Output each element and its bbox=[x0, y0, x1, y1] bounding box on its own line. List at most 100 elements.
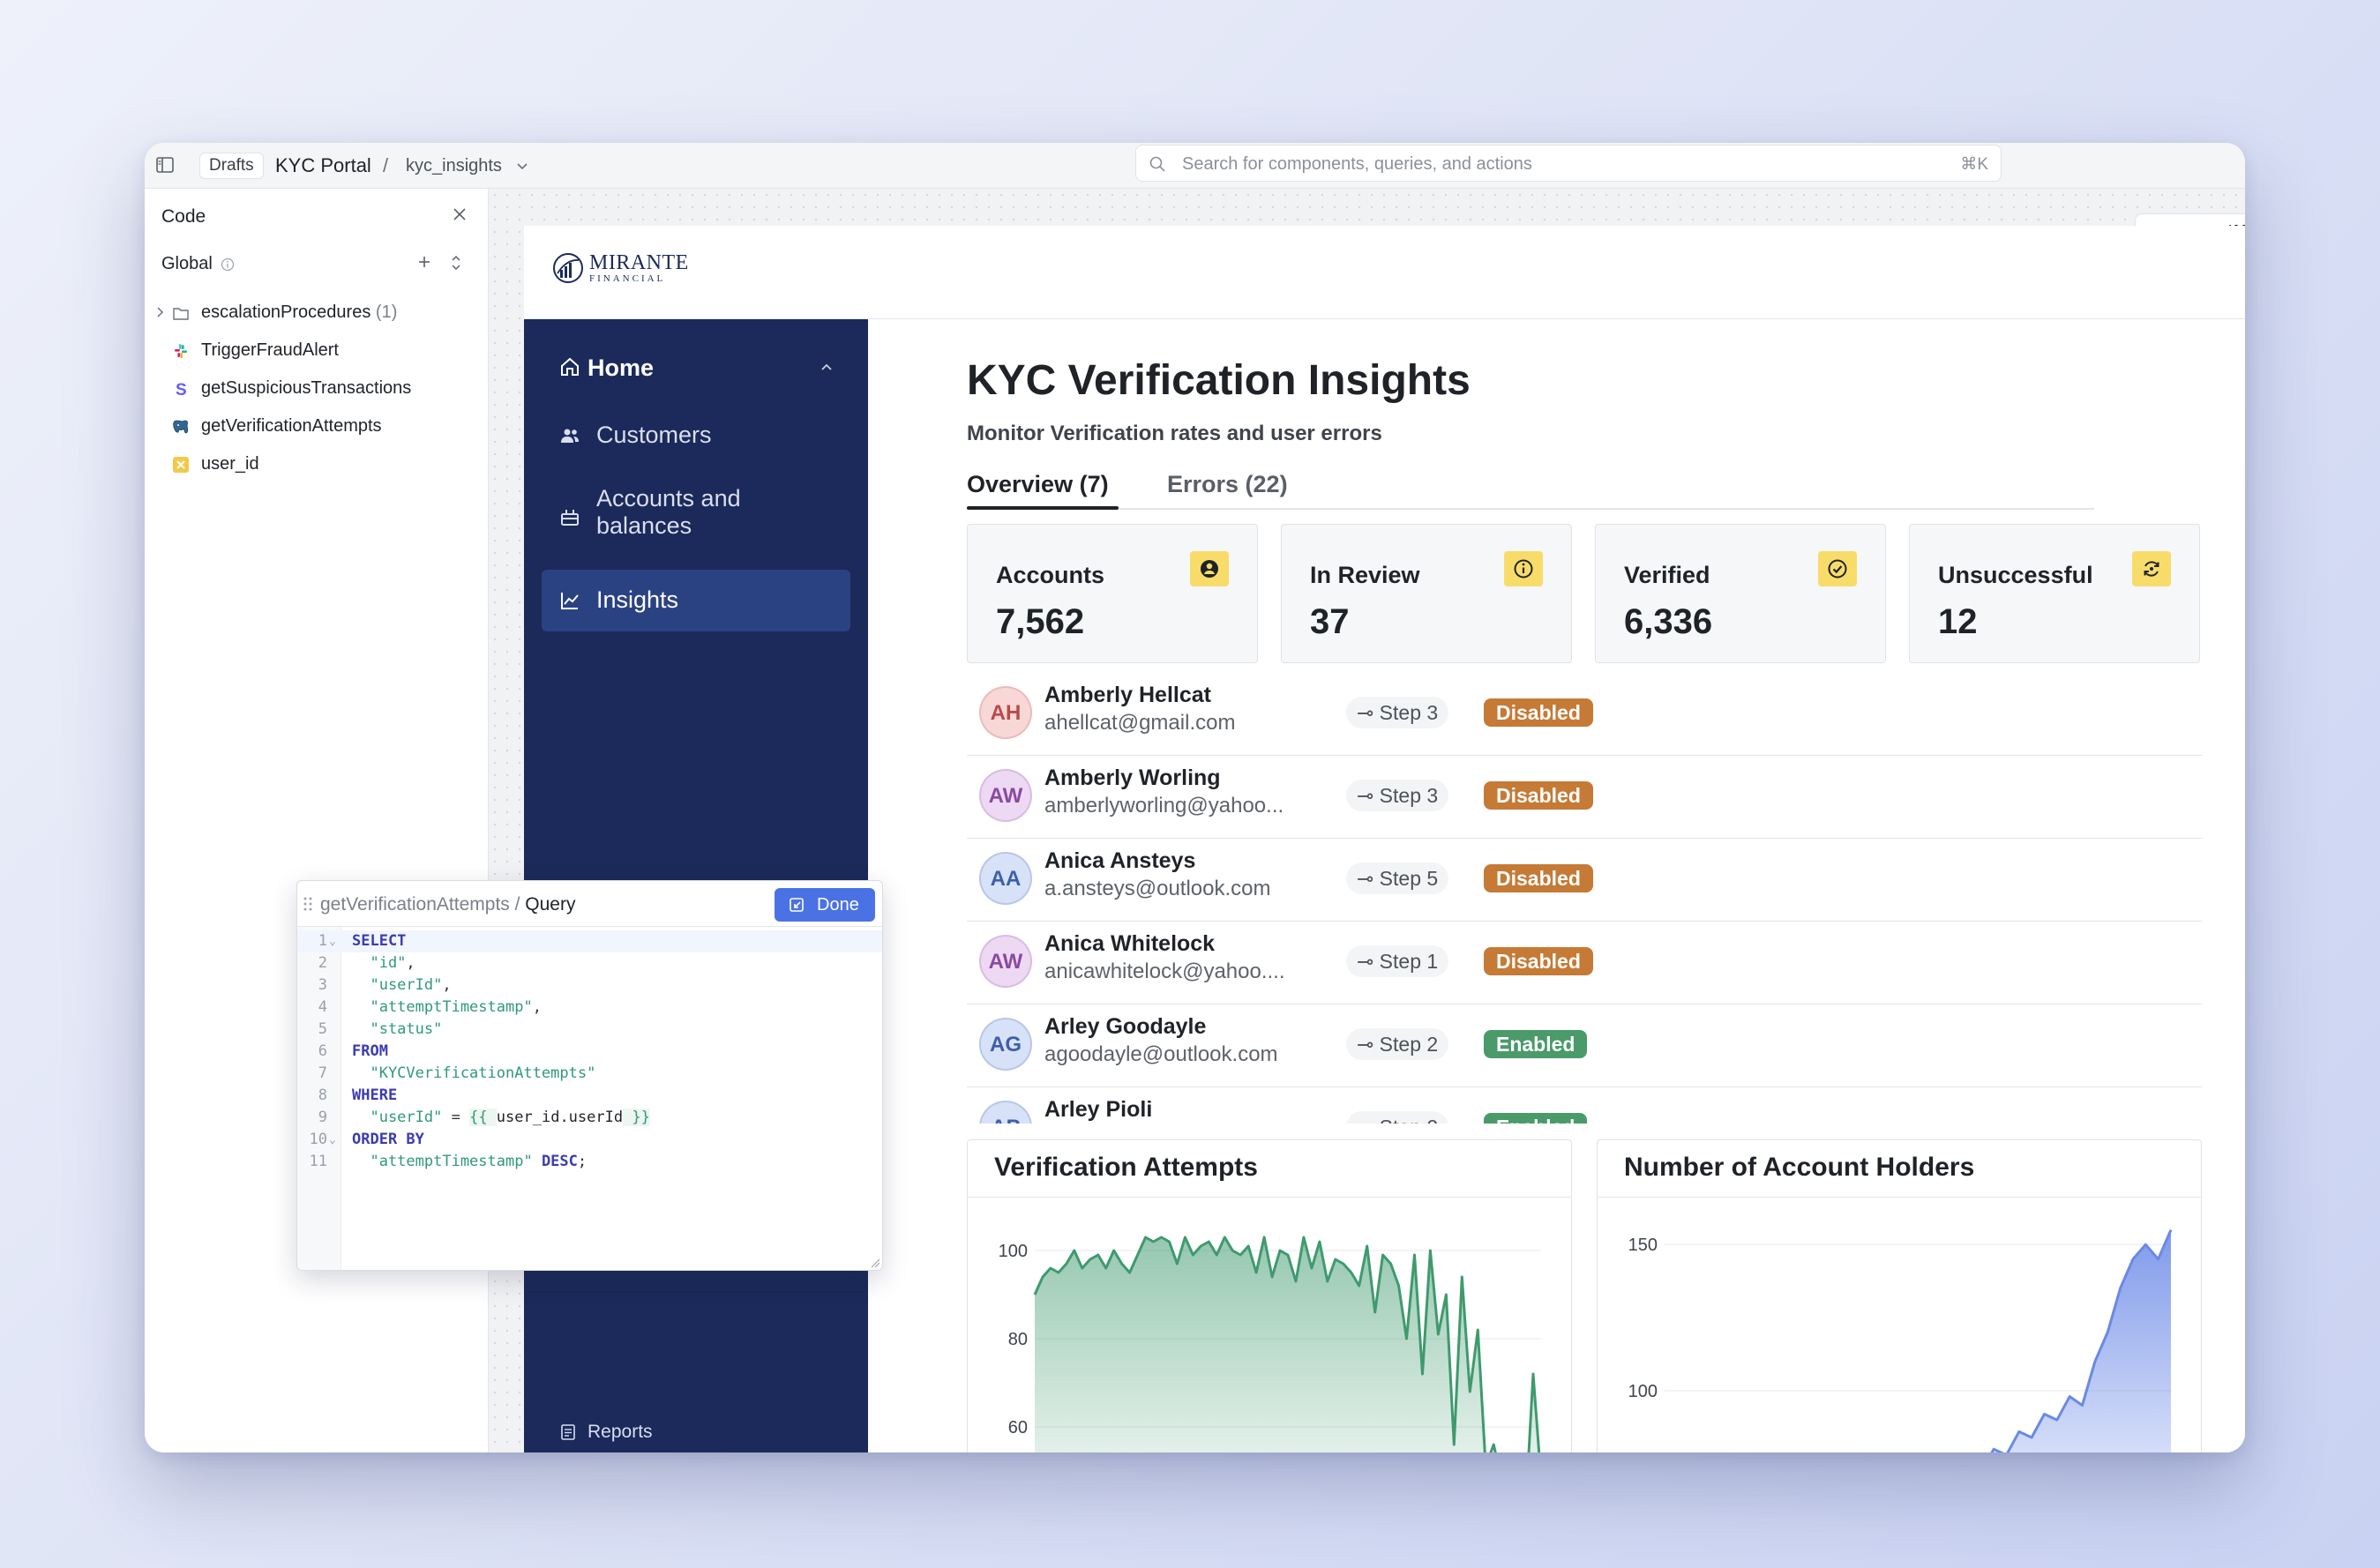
stat-icon-badge bbox=[1504, 551, 1543, 586]
user-row[interactable]: AG Arley Goodayle agoodayle@outlook.com ⊸ S… bbox=[967, 1005, 2202, 1087]
code-line[interactable]: 9 "userId" = {{ user_id.userId }} bbox=[297, 1107, 882, 1129]
collapse-panel-icon bbox=[790, 898, 804, 912]
tree-item-escalation-procedures[interactable]: escalationProcedures (1) bbox=[145, 296, 488, 328]
code-text: ORDER BY bbox=[352, 1131, 424, 1148]
user-email: anicawhitelock@yahoo.... bbox=[1044, 959, 1285, 983]
code-line[interactable]: 4 "attemptTimestamp", bbox=[297, 997, 882, 1019]
code-line[interactable]: 2 "id", bbox=[297, 952, 882, 974]
code-text: "KYCVerificationAttempts" bbox=[352, 1064, 596, 1082]
code-line[interactable]: 5 "status" bbox=[297, 1019, 882, 1041]
tree-item-trigger-fraud-alert[interactable]: TriggerFraudAlert bbox=[145, 334, 488, 366]
avatar: AA bbox=[979, 852, 1032, 905]
stat-card-verified: Verified 6,336 bbox=[1595, 524, 1886, 663]
chevron-down-icon[interactable] bbox=[515, 159, 529, 173]
nav-item-insights[interactable]: Insights bbox=[542, 570, 850, 631]
nav-item-accounts[interactable]: Accounts and balances bbox=[542, 482, 850, 550]
avatar: AW bbox=[979, 769, 1032, 822]
code-line[interactable]: 10 ⌄ ORDER BY bbox=[297, 1129, 882, 1151]
main-content: KYC Verification Insights Monitor Verifi… bbox=[868, 319, 2245, 1452]
fold-icon[interactable]: ⌄ bbox=[329, 930, 336, 952]
chevron-up-icon[interactable] bbox=[819, 360, 834, 376]
code-text: FROM bbox=[352, 1042, 388, 1060]
done-button[interactable]: Done bbox=[775, 888, 875, 922]
step-chip: ⊸ Step 5 bbox=[1346, 862, 1449, 894]
stat-value: 6,336 bbox=[1624, 602, 1713, 641]
tree-item-user-id[interactable]: user_id bbox=[145, 448, 488, 480]
user-row[interactable]: AP Arley Pioli ⊸ Step 2 Enabled bbox=[967, 1088, 2202, 1124]
status-badge: Disabled bbox=[1484, 864, 1593, 892]
tree-item-label: escalationProcedures (1) bbox=[201, 302, 398, 322]
chart-title: Number of Account Holders bbox=[1624, 1153, 1975, 1182]
code-text: WHERE bbox=[352, 1086, 398, 1104]
accounts-icon bbox=[561, 510, 579, 526]
tab-errors[interactable]: Errors (22) bbox=[1167, 471, 1288, 498]
expand-collapse-icon[interactable] bbox=[450, 254, 462, 272]
user-row[interactable]: AA Anica Ansteys a.ansteys@outlook.com ⊸ St… bbox=[967, 840, 2202, 922]
y-tick-label: 80 bbox=[1008, 1330, 1028, 1349]
code-text: "attemptTimestamp", bbox=[352, 998, 542, 1016]
query-editor-header: getVerificationAttempts / Query Done bbox=[297, 881, 882, 927]
drag-handle-icon[interactable] bbox=[303, 895, 313, 913]
company-logo: MIRANTE FINANCIAL bbox=[552, 252, 689, 284]
stat-icon-badge bbox=[1190, 551, 1229, 586]
user-row[interactable]: AH Amberly Hellcat ahellcat@gmail.com ⊸ Ste… bbox=[967, 674, 2202, 756]
panel-toggle-icon[interactable] bbox=[155, 155, 175, 175]
line-number: 1 bbox=[318, 932, 327, 950]
y-tick-label: 100 bbox=[1628, 1382, 1658, 1401]
line-number: 9 bbox=[318, 1109, 327, 1126]
step-chip: ⊸ Step 3 bbox=[1346, 697, 1449, 728]
variable-icon bbox=[173, 457, 189, 473]
info-icon[interactable] bbox=[221, 258, 235, 272]
user-email: ahellcat@gmail.com bbox=[1044, 711, 1236, 735]
nav-item-home[interactable]: Home bbox=[542, 347, 850, 388]
stat-label: Unsuccessful bbox=[1938, 562, 2093, 588]
stat-value: 37 bbox=[1310, 602, 1350, 641]
svg-text:S: S bbox=[176, 381, 187, 399]
search-icon bbox=[1149, 156, 1165, 172]
fold-icon[interactable]: ⌄ bbox=[329, 1129, 336, 1151]
avatar: AG bbox=[979, 1018, 1032, 1071]
breadcrumb-app[interactable]: KYC Portal bbox=[275, 154, 371, 177]
code-line[interactable]: 7 "KYCVerificationAttempts" bbox=[297, 1063, 882, 1085]
chevron-right-icon[interactable] bbox=[153, 306, 166, 318]
users-icon bbox=[561, 429, 579, 443]
nav-item-customers[interactable]: Customers bbox=[542, 414, 850, 455]
stat-card-unsuccessful: Unsuccessful 12 bbox=[1909, 524, 2200, 663]
step-icon: ⊸ bbox=[1357, 784, 1380, 807]
step-chip: ⊸ Step 1 bbox=[1346, 945, 1449, 977]
page-title: KYC Verification Insights bbox=[967, 357, 1471, 404]
code-panel-title: Code bbox=[161, 206, 206, 227]
user-row[interactable]: AW Amberly Worling amberlyworling@yahoo...… bbox=[967, 757, 2202, 839]
global-search[interactable]: Search for components, queries, and acti… bbox=[1135, 145, 2002, 182]
add-icon[interactable] bbox=[416, 254, 432, 270]
code-text: "userId" = {{ user_id.userId }} bbox=[352, 1109, 650, 1126]
drafts-chip[interactable]: Drafts bbox=[199, 153, 264, 179]
user-name: Arley Pioli bbox=[1044, 1097, 1153, 1122]
tree-item-label: getVerificationAttempts bbox=[201, 416, 382, 436]
chart-account-holders-plot: 100 150 bbox=[1628, 1229, 2173, 1452]
search-input[interactable]: Search for components, queries, and acti… bbox=[1182, 154, 1532, 175]
line-number: 6 bbox=[318, 1042, 327, 1060]
slack-icon bbox=[175, 344, 187, 358]
line-number: 7 bbox=[318, 1064, 327, 1082]
code-line[interactable]: 6 FROM bbox=[297, 1041, 882, 1063]
editor-topbar: Drafts KYC Portal / kyc_insights Search … bbox=[145, 143, 2245, 189]
close-icon[interactable] bbox=[452, 206, 468, 222]
code-line[interactable]: 8 WHERE bbox=[297, 1085, 882, 1107]
code-line[interactable]: 1 ⌄ SELECT bbox=[297, 930, 882, 952]
tab-overview[interactable]: Overview (7) bbox=[967, 471, 1109, 498]
user-circle-icon bbox=[1201, 560, 1218, 578]
user-row[interactable]: AW Anica Whitelock anicawhitelock@yahoo...… bbox=[967, 922, 2202, 1004]
tree-item-get-suspicious-transactions[interactable]: S getSuspiciousTransactions bbox=[145, 372, 488, 404]
stat-value: 12 bbox=[1938, 602, 1978, 641]
stat-label: Verified bbox=[1624, 562, 1710, 588]
code-line[interactable]: 3 "userId", bbox=[297, 974, 882, 997]
document-icon bbox=[561, 1424, 575, 1440]
code-line[interactable]: 11 "attemptTimestamp" DESC; bbox=[297, 1151, 882, 1173]
user-name: Arley Goodayle bbox=[1044, 1014, 1207, 1039]
resize-handle-icon[interactable] bbox=[868, 1256, 880, 1268]
breadcrumb-page[interactable]: kyc_insights bbox=[406, 156, 502, 176]
tree-item-get-verification-attempts[interactable]: getVerificationAttempts bbox=[145, 410, 488, 442]
stat-card-accounts: Accounts 7,562 bbox=[967, 524, 1258, 663]
line-number: 3 bbox=[318, 976, 327, 994]
